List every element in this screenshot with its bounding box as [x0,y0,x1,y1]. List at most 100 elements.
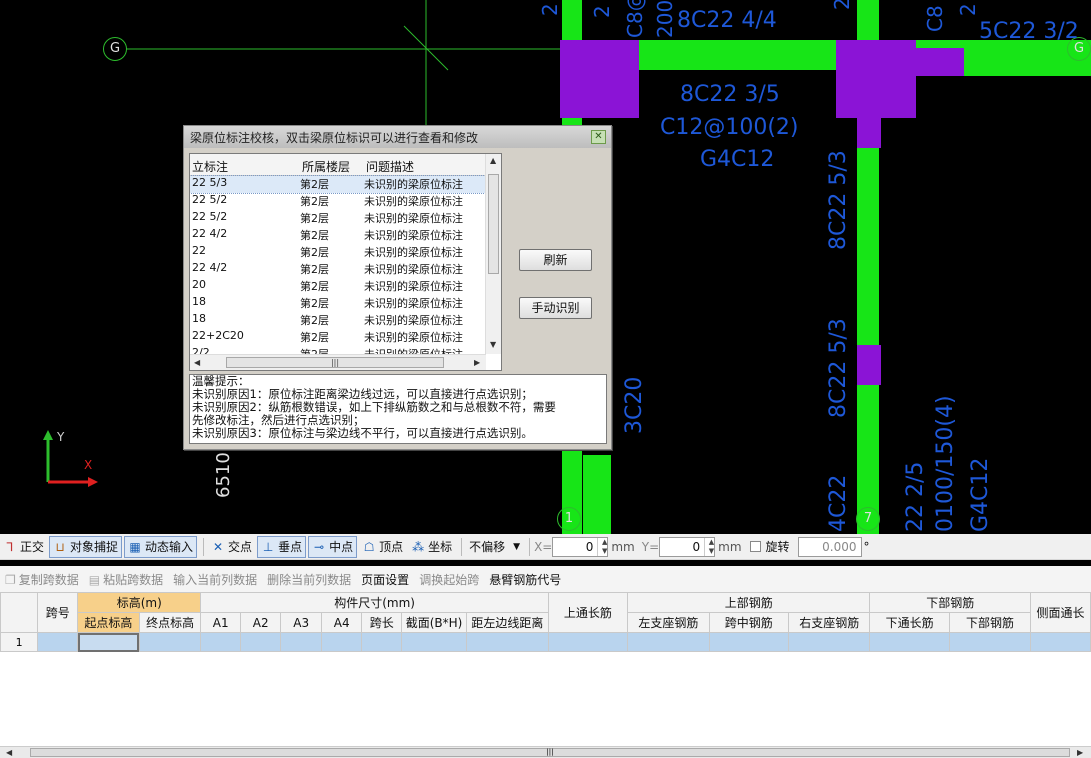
beam-text-2a[interactable]: 2 [538,3,562,16]
list-horizontal-scrollbar[interactable]: ◀ ||| ▶ [190,354,486,370]
beam-text-g4c12-v[interactable]: G4C12 [968,458,993,532]
offset-select[interactable]: 不偏移 ▼ [466,536,523,558]
table-cell[interactable] [401,632,467,652]
input-column-button[interactable]: 输入当前列数据 [168,571,262,588]
spinner-icon[interactable]: ▲ ▼ [597,537,607,556]
header-span-no[interactable]: 跨号 [37,592,79,633]
beam-text-5c22-32[interactable]: 5C22 3/2 [979,21,1079,43]
scroll-right-icon[interactable]: ▶ [1077,748,1083,757]
header-right-support[interactable]: 右支座钢筋 [787,612,871,633]
beam-text-c8-right[interactable]: C8 [923,5,947,32]
header-distance-left[interactable]: 距左边线距离 [465,612,549,633]
table-cell[interactable] [708,632,789,652]
beam-text-8c22-44[interactable]: 8C22 4/4 [677,10,777,32]
beam-text-c8[interactable]: C8@ [623,0,647,38]
copy-span-button[interactable]: ❐ 复制跨数据 [0,571,84,588]
table-scroll-thumb[interactable]: ||| [30,748,1070,757]
vertex-snap[interactable]: ☖ 顶点 [359,536,406,558]
table-row[interactable]: 1 [0,632,1091,652]
list-item[interactable]: 22 4/2 第2层 未识别的梁原位标注 [190,261,501,278]
page-setup-button[interactable]: 页面设置 [356,571,414,588]
span-table-area[interactable]: 跨号 标高(m) 构件尺寸(mm) 上通长筋 上部钢筋 下部钢筋 侧面通长 起点… [0,592,1091,758]
header-span-length[interactable]: 跨长 [361,612,403,633]
ortho-toggle[interactable]: ⅂ 正交 [0,536,47,558]
scroll-left-icon[interactable]: ◀ [194,358,200,367]
table-cell[interactable] [138,632,202,652]
cad-canvas[interactable]: G G 1 7 8C22 4/4 5C22 3/2 8C22 3/5 C12@1… [0,0,1091,534]
beam-text-3c20[interactable]: 3C20 [622,377,647,434]
column-right-stub[interactable] [857,118,881,148]
beam-text-2-right[interactable]: 2 [830,0,854,10]
col-header-floor[interactable]: 所属楼层 [300,154,364,175]
list-item[interactable]: 18 第2层 未识别的梁原位标注 [190,312,501,329]
header-dimensions[interactable]: 构件尺寸(mm) [200,592,549,613]
beam-text-8c22-53-lower[interactable]: 8C22 5/3 [826,318,851,418]
intersection-snap[interactable]: ✕ 交点 [208,536,255,558]
header-a2[interactable]: A2 [239,612,282,633]
table-cell[interactable] [239,632,282,652]
list-item[interactable]: 18 第2层 未识别的梁原位标注 [190,295,501,312]
column-right[interactable] [836,40,916,118]
issue-list[interactable]: 立标注 所属楼层 问题描述 22 5/3 第2层 未识别的梁原位标注 22 5/2 第2… [189,153,502,371]
header-a4[interactable]: A4 [320,612,363,633]
refresh-button[interactable]: 刷新 [519,249,592,271]
list-item[interactable]: 22 5/2 第2层 未识别的梁原位标注 [190,210,501,227]
table-cell[interactable] [547,632,629,652]
rotate-checkbox[interactable] [749,541,761,552]
list-vertical-scrollbar[interactable]: ▲ ▼ [485,154,501,354]
table-cell[interactable] [627,632,710,652]
manual-identify-button[interactable]: 手动识别 [519,297,592,319]
delete-column-button[interactable]: 删除当前列数据 [262,571,356,588]
header-side-through[interactable]: 侧面通长 [1030,592,1091,633]
scroll-down-icon[interactable]: ▼ [490,340,496,349]
header-top-bars[interactable]: 上部钢筋 [627,592,871,613]
object-snap-toggle[interactable]: ⊔ 对象捕捉 [49,535,123,558]
header-elevation[interactable]: 标高(m) [77,592,202,613]
beam-text-8c22-35[interactable]: 8C22 3/5 [680,84,780,106]
table-cell[interactable] [1030,632,1091,652]
table-cell[interactable] [320,632,363,652]
col-header-issue[interactable]: 问题描述 [364,154,484,175]
header-left-support[interactable]: 左支座钢筋 [627,612,710,633]
table-cell[interactable] [37,632,79,652]
header-top-through[interactable]: 上通长筋 [547,592,629,633]
dialog-titlebar[interactable]: 梁原位标注校核，双击梁原位标识可以进行查看和修改 ✕ [184,126,611,148]
col-header-mark[interactable]: 立标注 [190,154,300,175]
scroll-thumb[interactable] [488,174,499,274]
close-icon[interactable]: ✕ [591,130,606,144]
x-coordinate-input[interactable]: 0 ▲ ▼ [552,536,609,557]
beam-text-100-150[interactable]: 0100/150(4) [933,395,958,532]
header-bottom-bar[interactable]: 下部钢筋 [948,612,1032,633]
beam-text-22-25[interactable]: 22 2/5 [903,462,928,532]
midpoint-snap[interactable]: ⊸ 中点 [308,535,358,558]
scroll-left-icon[interactable]: ◀ [6,748,12,757]
table-cell[interactable] [869,632,950,652]
list-item[interactable]: 22 4/2 第2层 未识别的梁原位标注 [190,227,501,244]
header-start-elevation[interactable]: 起点标高 [77,612,140,633]
column-right-ext[interactable] [912,48,964,76]
table-cell[interactable] [948,632,1032,652]
table-cell[interactable] [200,632,241,652]
header-a1[interactable]: A1 [200,612,241,633]
list-item[interactable]: 22 5/2 第2层 未识别的梁原位标注 [190,193,501,210]
beam-text-8c22-53-upper[interactable]: 8C22 5/3 [826,150,851,250]
swap-start-span-button[interactable]: 调换起始跨 [414,571,484,588]
beam-text-2b[interactable]: 2 [590,5,614,18]
row-number[interactable]: 1 [0,632,39,652]
header-section[interactable]: 截面(B*H) [401,612,467,633]
header-bottom-bars[interactable]: 下部钢筋 [869,592,1032,613]
spinner-icon[interactable]: ▲ ▼ [704,537,714,556]
list-item[interactable]: 22+2C20 第2层 未识别的梁原位标注 [190,329,501,346]
scroll-right-icon[interactable]: ▶ [474,358,480,367]
rotate-input[interactable]: 0.000 [797,536,862,557]
dynamic-input-toggle[interactable]: ▦ 动态输入 [124,535,198,558]
table-cell[interactable] [361,632,403,652]
table-horizontal-scrollbar[interactable]: ◀ ||| ▶ [0,746,1091,758]
scroll-thumb-h[interactable]: ||| [226,357,444,368]
header-a3[interactable]: A3 [280,612,322,633]
table-cell[interactable] [280,632,322,652]
table-cell[interactable] [787,632,871,652]
list-item[interactable]: 20 第2层 未识别的梁原位标注 [190,278,501,295]
beam-text-2-far[interactable]: 2 [956,3,980,16]
cantilever-code-button[interactable]: 悬臂钢筋代号 [484,571,566,588]
